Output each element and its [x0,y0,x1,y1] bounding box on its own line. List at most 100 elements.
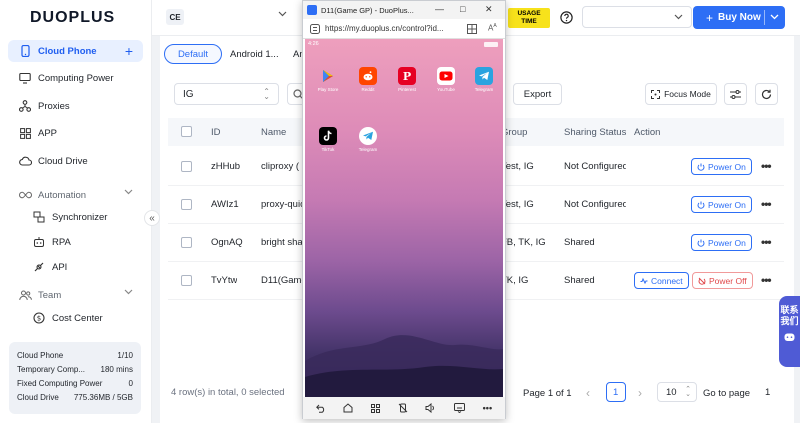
usage-stats-panel: Cloud Phone 1/10 Temporary Comp... 180 min… [9,342,141,414]
sidebar: DUOPLUS Cloud Phone + Computing Power Pr… [0,0,152,423]
column-settings-button[interactable] [724,83,747,105]
keyboard-icon[interactable] [454,403,466,413]
phone-screen[interactable]: 4:26 Play Store Reddit P Pinterest YouTu… [305,39,503,397]
monitor-icon [18,71,32,85]
chevron-down-icon [674,14,683,20]
add-phone-icon[interactable]: + [125,43,133,59]
sidebar-item-label: Cost Center [52,312,103,324]
sliders-icon [730,89,741,99]
sidebar-group-automation[interactable]: Automation [8,184,143,206]
app-youtube[interactable]: YouTube [431,67,461,92]
app-telegram-2[interactable]: Telegram [353,127,383,152]
collapse-sidebar-button[interactable]: « [144,210,160,226]
app-play-store[interactable]: Play Store [313,67,343,92]
goto-page-input[interactable]: 1 [756,382,780,402]
page-info-icon [310,24,320,34]
maximize-button[interactable]: □ [460,4,465,14]
sidebar-item-cloud-drive[interactable]: Cloud Drive [8,150,143,172]
duoplus-logo[interactable]: DUOPLUS [30,9,115,27]
sidebar-item-app[interactable]: APP [8,122,143,144]
more-options-icon[interactable]: ••• [483,403,492,413]
robot-icon [32,235,46,249]
connect-button[interactable]: Connect [634,272,689,289]
home-icon[interactable] [343,403,353,413]
row-checkbox[interactable] [181,237,192,248]
stat-row: Fixed Computing Power 0 [17,378,133,388]
tab-default[interactable]: Default [164,44,222,64]
tab-android[interactable]: Android 1... [230,44,279,64]
prev-page-button[interactable]: ‹ [586,383,590,403]
phone-icon [18,44,32,58]
workspace-avatar[interactable]: CE [166,9,184,25]
sidebar-group-label: Automation [38,189,87,201]
close-button[interactable]: ✕ [485,4,493,15]
sidebar-item-label: Cloud Phone [38,45,97,57]
back-icon[interactable] [315,403,326,413]
telegram-icon [475,67,493,85]
sidebar-item-api[interactable]: API [8,256,143,278]
usage-time-badge[interactable]: USAGE TIME [508,8,550,28]
extensions-icon[interactable] [467,24,477,34]
chevron-down-icon[interactable] [770,14,779,20]
sidebar-item-label: APP [38,127,58,139]
read-aloud-icon[interactable]: AA [488,23,497,33]
power-on-button[interactable]: Power On [691,234,752,251]
sidebar-item-label: Computing Power [38,72,114,84]
power-off-icon [698,277,706,285]
screen-rotate-icon[interactable] [398,403,408,413]
chevron-down-icon[interactable] [278,11,287,17]
address-bar[interactable]: https://my.duoplus.cn/control?id... AA [303,19,505,39]
power-on-button[interactable]: Power On [691,158,752,175]
sidebar-item-rpa[interactable]: RPA [8,231,143,253]
next-page-button[interactable]: › [638,383,642,403]
power-on-button[interactable]: Power On [691,196,752,213]
sync-icon [32,210,46,224]
telegram-icon [359,127,377,145]
phone-status-time: 4:26 [308,41,319,47]
focus-mode-button[interactable]: Focus Mode [645,83,717,105]
sidebar-item-cost-center[interactable]: $ Cost Center [8,307,143,329]
more-actions-icon[interactable]: ••• [761,273,772,287]
select-all-checkbox[interactable] [181,126,192,137]
cloud-phone-window[interactable]: D11(Game GP) - DuoPlus... — □ ✕ https://… [302,0,506,419]
group-filter-select[interactable]: IG ⌃ ⌄ [174,83,279,105]
selection-summary: 4 row(s) in total, 0 selected [171,387,285,398]
minimize-button[interactable]: — [435,4,444,14]
sidebar-item-label: RPA [52,236,71,248]
sidebar-group-team[interactable]: Team [8,284,143,306]
app-telegram[interactable]: Telegram [469,67,499,92]
sidebar-item-cloud-phone[interactable]: Cloud Phone + [8,40,143,62]
recent-apps-icon[interactable] [371,403,381,413]
col-action: Action [634,126,661,138]
refresh-button[interactable] [755,83,778,105]
api-icon [32,260,46,274]
sort-arrows-icon: ⌃ ⌄ [685,386,691,398]
more-actions-icon[interactable]: ••• [761,235,772,249]
svg-text:P: P [403,70,411,82]
app-tiktok[interactable]: TikTok [313,127,343,152]
account-select[interactable] [582,6,692,28]
row-checkbox[interactable] [181,275,192,286]
sidebar-item-computing-power[interactable]: Computing Power [8,67,143,89]
power-off-button[interactable]: Power Off [692,272,753,289]
buy-now-button[interactable]: + Buy Now [693,6,785,29]
page-button-1[interactable]: 1 [606,382,626,402]
row-checkbox[interactable] [181,161,192,172]
page-size-select[interactable]: 10 ⌃ ⌄ [657,382,697,402]
sidebar-item-synchronizer[interactable]: Synchronizer [8,206,143,228]
row-checkbox[interactable] [181,199,192,210]
sidebar-item-proxies[interactable]: Proxies [8,95,143,117]
col-name: Name [261,126,287,138]
help-icon[interactable] [560,11,573,24]
app-pinterest[interactable]: P Pinterest [392,67,422,92]
contact-us-tab[interactable]: 联系 我们 [779,296,800,367]
more-actions-icon[interactable]: ••• [761,197,772,211]
volume-icon[interactable] [425,403,436,413]
col-id: ID [211,126,221,138]
more-actions-icon[interactable]: ••• [761,159,772,173]
svg-text:$: $ [37,315,41,323]
refresh-icon [761,89,772,100]
window-titlebar[interactable]: D11(Game GP) - DuoPlus... — □ ✕ [303,1,505,19]
app-reddit[interactable]: Reddit [353,67,383,92]
export-button[interactable]: Export [513,83,562,105]
